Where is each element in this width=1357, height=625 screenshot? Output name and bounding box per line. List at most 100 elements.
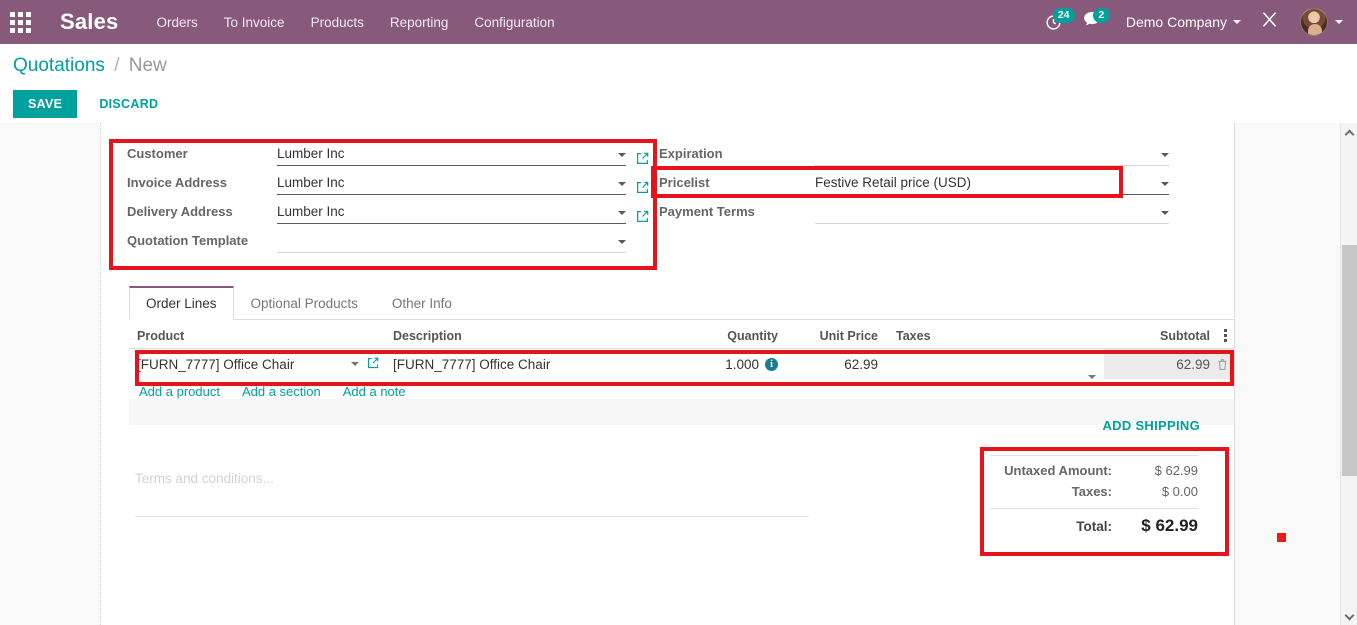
- cell-unit-price[interactable]: 62.99: [786, 357, 886, 372]
- product-name-text: [FURN_7777] Office Chair: [137, 356, 295, 372]
- untaxed-amount-label: Untaxed Amount:: [1004, 463, 1112, 478]
- untaxed-amount-value: $ 62.99: [1154, 463, 1198, 478]
- activity-menu-button[interactable]: 24: [1034, 0, 1075, 44]
- nav-item-reporting[interactable]: Reporting: [390, 15, 449, 30]
- chevron-down-icon: [1233, 20, 1241, 24]
- messaging-menu-button[interactable]: 2: [1072, 0, 1112, 44]
- chevron-down-icon[interactable]: [618, 153, 626, 157]
- field-label-expiration: Expiration: [659, 146, 723, 161]
- app-brand-sales[interactable]: Sales: [60, 9, 119, 35]
- chevron-down-icon[interactable]: [1161, 153, 1169, 157]
- column-header-taxes: Taxes: [896, 328, 931, 343]
- cursor-marker: [1277, 533, 1286, 542]
- taxes-value: $ 0.00: [1161, 484, 1198, 499]
- chevron-down-icon[interactable]: [351, 362, 359, 366]
- field-expiration: Expiration: [659, 137, 1169, 166]
- field-payment-terms: Payment Terms: [659, 195, 1169, 224]
- tab-optional-products[interactable]: Optional Products: [234, 286, 375, 320]
- nav-item-to-invoice[interactable]: To Invoice: [224, 15, 285, 30]
- cell-description[interactable]: [FURN_7777] Office Chair: [381, 357, 671, 372]
- avatar: [1300, 8, 1328, 36]
- company-name-label: Demo Company: [1125, 14, 1227, 30]
- totals-region: ADD SHIPPING Untaxed Amount: $ 62.99 Tax…: [980, 418, 1230, 556]
- field-quotation-template: Quotation Template: [127, 224, 649, 253]
- total-value: $ 62.99: [1141, 516, 1198, 535]
- totals-box: Untaxed Amount: $ 62.99 Taxes: $ 0.00 To…: [980, 447, 1230, 556]
- trash-icon[interactable]: [1217, 358, 1228, 371]
- field-label-customer: Customer: [127, 146, 188, 161]
- chevron-down-icon[interactable]: [1088, 375, 1096, 379]
- field-label-payment-terms: Payment Terms: [659, 204, 755, 219]
- total-label: Total:: [1076, 519, 1112, 534]
- field-pricelist: Pricelist Festive Retail price (USD): [659, 166, 1169, 195]
- bottom-section: Terms and conditions... ADD SHIPPING Unt…: [129, 418, 1234, 556]
- cell-quantity[interactable]: 1.000 i: [671, 357, 786, 372]
- customer-input[interactable]: Lumber Inc: [277, 145, 614, 163]
- scroll-down-arrow-icon[interactable]: [1341, 608, 1357, 625]
- main-nav-menu: Orders To Invoice Products Reporting Con…: [157, 15, 555, 30]
- field-delivery-address: Delivery Address Lumber Inc: [127, 195, 649, 224]
- table-header-row: Product Description Quantity Unit Price …: [129, 323, 1234, 349]
- vertical-dots-icon[interactable]: [1218, 327, 1232, 343]
- cell-product[interactable]: [FURN_7777] Office Chair: [129, 357, 381, 372]
- breadcrumb-quotations[interactable]: Quotations: [13, 55, 105, 76]
- totals-divider: [990, 508, 1198, 509]
- wrench-tools-icon: [1261, 11, 1278, 33]
- delivery-address-input[interactable]: Lumber Inc: [277, 203, 614, 221]
- chevron-down-icon: [1335, 20, 1343, 24]
- open-record-external-link-icon[interactable]: [636, 210, 649, 223]
- apps-grid-icon[interactable]: [0, 0, 40, 44]
- nav-item-configuration[interactable]: Configuration: [474, 15, 554, 30]
- quantity-value: 1.000: [725, 356, 759, 372]
- column-header-product: Product: [137, 328, 185, 343]
- chevron-down-icon[interactable]: [618, 182, 626, 186]
- open-record-external-link-icon[interactable]: [636, 181, 649, 194]
- terms-and-conditions-field[interactable]: Terms and conditions...: [129, 471, 809, 517]
- company-switcher[interactable]: Demo Company: [1112, 14, 1249, 30]
- chevron-down-icon[interactable]: [1161, 182, 1169, 186]
- nav-item-orders[interactable]: Orders: [157, 15, 198, 30]
- scroll-up-arrow-icon[interactable]: [1341, 124, 1357, 141]
- add-a-note-link[interactable]: Add a note: [343, 384, 406, 399]
- tab-order-lines[interactable]: Order Lines: [129, 286, 234, 320]
- terms-placeholder[interactable]: Terms and conditions...: [135, 471, 809, 517]
- discard-button[interactable]: DISCARD: [85, 90, 172, 118]
- tab-other-info[interactable]: Other Info: [375, 286, 469, 320]
- field-label-delivery-address: Delivery Address: [127, 204, 233, 219]
- add-a-section-link[interactable]: Add a section: [242, 384, 321, 399]
- scrollbar-thumb[interactable]: [1342, 245, 1357, 476]
- field-label-quotation-template: Quotation Template: [127, 233, 249, 248]
- top-navbar: Sales Orders To Invoice Products Reporti…: [0, 0, 1357, 44]
- open-record-external-link-icon[interactable]: [636, 152, 649, 165]
- table-row[interactable]: [FURN_7777] Office Chair [FURN_7777] Off…: [129, 349, 1234, 379]
- navbar-right-group: 24 2 Demo Company: [1034, 0, 1349, 44]
- developer-tools-button[interactable]: [1249, 11, 1290, 33]
- totals-row-untaxed: Untaxed Amount: $ 62.99: [980, 460, 1198, 481]
- open-record-external-link-icon[interactable]: [367, 357, 379, 372]
- form-fields-region: Customer Lumber Inc Invoice Address Lumb…: [101, 123, 1234, 270]
- breadcrumb-current: New: [128, 55, 167, 76]
- pricelist-input[interactable]: Festive Retail price (USD): [815, 174, 1157, 192]
- field-customer: Customer Lumber Inc: [127, 137, 649, 166]
- user-menu-button[interactable]: [1290, 8, 1349, 36]
- save-button[interactable]: SAVE: [13, 90, 78, 118]
- add-a-product-link[interactable]: Add a product: [139, 384, 220, 399]
- notebook-tabs: Order Lines Optional Products Other Info: [129, 285, 1234, 320]
- info-icon[interactable]: i: [765, 358, 778, 372]
- chevron-down-icon[interactable]: [618, 211, 626, 215]
- invoice-address-input[interactable]: Lumber Inc: [277, 174, 614, 192]
- vertical-scrollbar[interactable]: [1340, 123, 1357, 625]
- chevron-down-icon[interactable]: [618, 240, 626, 244]
- totals-divider-top: [990, 455, 1198, 456]
- nav-item-products[interactable]: Products: [311, 15, 364, 30]
- subtotal-value: 62.99: [1176, 356, 1210, 372]
- taxes-label: Taxes:: [1071, 484, 1112, 499]
- form-action-buttons: SAVE DISCARD: [13, 90, 1357, 118]
- form-column-left: Customer Lumber Inc Invoice Address Lumb…: [101, 137, 657, 270]
- breadcrumb-separator: /: [114, 55, 120, 76]
- column-header-description: Description: [393, 328, 462, 343]
- chevron-down-icon[interactable]: [1161, 211, 1169, 215]
- message-count-badge: 2: [1092, 8, 1110, 23]
- order-lines-table: Product Description Quantity Unit Price …: [129, 323, 1234, 425]
- add-shipping-button[interactable]: ADD SHIPPING: [980, 418, 1230, 433]
